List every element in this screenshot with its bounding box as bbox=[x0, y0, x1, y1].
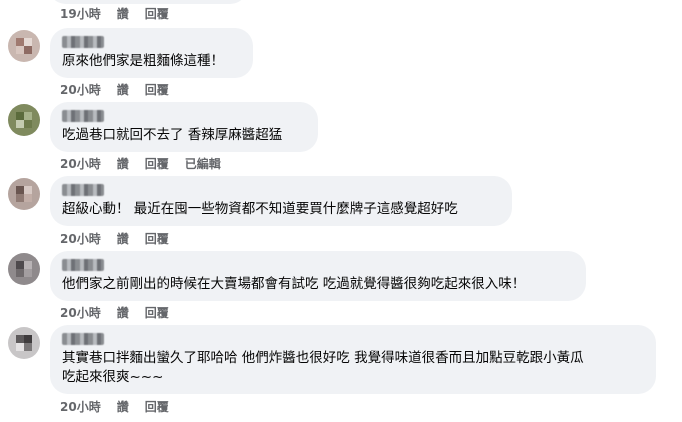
comment-meta: 20小時 讚 回覆 bbox=[60, 230, 169, 247]
comment-time[interactable]: 20小時 bbox=[60, 155, 101, 172]
comment-text: 超級心動！ 最近在囤一些物資都不知道要買什麼牌子這感覺超好吃 bbox=[62, 201, 458, 217]
comment-time[interactable]: 20小時 bbox=[60, 230, 101, 247]
avatar[interactable] bbox=[8, 104, 40, 136]
comment-meta: 20小時 讚 回覆 bbox=[60, 304, 169, 321]
comment-time[interactable]: 20小時 bbox=[60, 304, 101, 321]
author-name[interactable] bbox=[62, 184, 104, 196]
comment-bubble: 其實巷口拌麵出蠻久了耶哈哈 他們炸醬也很好吃 我覺得味道很香而且加點豆乾跟小黃瓜… bbox=[50, 325, 656, 394]
like-button[interactable]: 讚 bbox=[117, 155, 129, 172]
comment-bubble: 原來他們家是粗麵條這種！ bbox=[50, 28, 253, 78]
author-name[interactable] bbox=[62, 36, 104, 48]
comment-time[interactable]: 20小時 bbox=[60, 81, 101, 98]
comment-bubble: 吃過巷口就回不去了 香辣厚麻醬超猛 bbox=[50, 102, 318, 152]
comment-text: 原來他們家是粗麵條這種！ bbox=[62, 53, 224, 69]
comment-text: 他們家之前剛出的時候在大賣場都會有試吃 吃過就覺得醬很夠吃起來很入味！ bbox=[62, 276, 526, 292]
comment-meta: 20小時 讚 回覆 已編輯 bbox=[60, 155, 221, 172]
avatar[interactable] bbox=[8, 178, 40, 210]
comment-text-line-2: 吃起來很爽~~~ bbox=[62, 369, 164, 385]
like-button[interactable]: 讚 bbox=[117, 230, 129, 247]
comment-time[interactable]: 20小時 bbox=[60, 398, 101, 415]
comment-time[interactable]: 19小時 bbox=[60, 5, 101, 22]
comment-text: 吃過巷口就回不去了 香辣厚麻醬超猛 bbox=[62, 127, 283, 143]
avatar[interactable] bbox=[8, 327, 40, 359]
comment-meta: 20小時 讚 回覆 bbox=[60, 398, 169, 415]
author-name[interactable] bbox=[62, 110, 104, 122]
comment-meta: 20小時 讚 回覆 bbox=[60, 81, 169, 98]
avatar[interactable] bbox=[8, 30, 40, 62]
like-button[interactable]: 讚 bbox=[117, 81, 129, 98]
comment-bubble: 超級心動！ 最近在囤一些物資都不知道要買什麼牌子這感覺超好吃 bbox=[50, 176, 512, 226]
reply-button[interactable]: 回覆 bbox=[145, 230, 169, 247]
reply-button[interactable]: 回覆 bbox=[145, 155, 169, 172]
reply-button[interactable]: 回覆 bbox=[145, 398, 169, 415]
previous-comment-bubble bbox=[48, 0, 248, 4]
author-name[interactable] bbox=[62, 333, 104, 345]
like-button[interactable]: 讚 bbox=[117, 304, 129, 321]
comment-text-line-1: 其實巷口拌麵出蠻久了耶哈哈 他們炸醬也很好吃 我覺得味道很香而且加點豆乾跟小黃瓜 bbox=[62, 350, 584, 366]
author-name[interactable] bbox=[62, 259, 104, 271]
edited-label: 已編輯 bbox=[184, 157, 221, 171]
comment-bubble: 他們家之前剛出的時候在大賣場都會有試吃 吃過就覺得醬很夠吃起來很入味！ bbox=[50, 251, 586, 301]
previous-comment-meta: 19小時 讚 回覆 bbox=[60, 5, 169, 22]
reply-button[interactable]: 回覆 bbox=[145, 81, 169, 98]
like-button[interactable]: 讚 bbox=[117, 398, 129, 415]
like-button[interactable]: 讚 bbox=[117, 5, 129, 22]
reply-button[interactable]: 回覆 bbox=[145, 304, 169, 321]
avatar[interactable] bbox=[8, 253, 40, 285]
reply-button[interactable]: 回覆 bbox=[145, 5, 169, 22]
